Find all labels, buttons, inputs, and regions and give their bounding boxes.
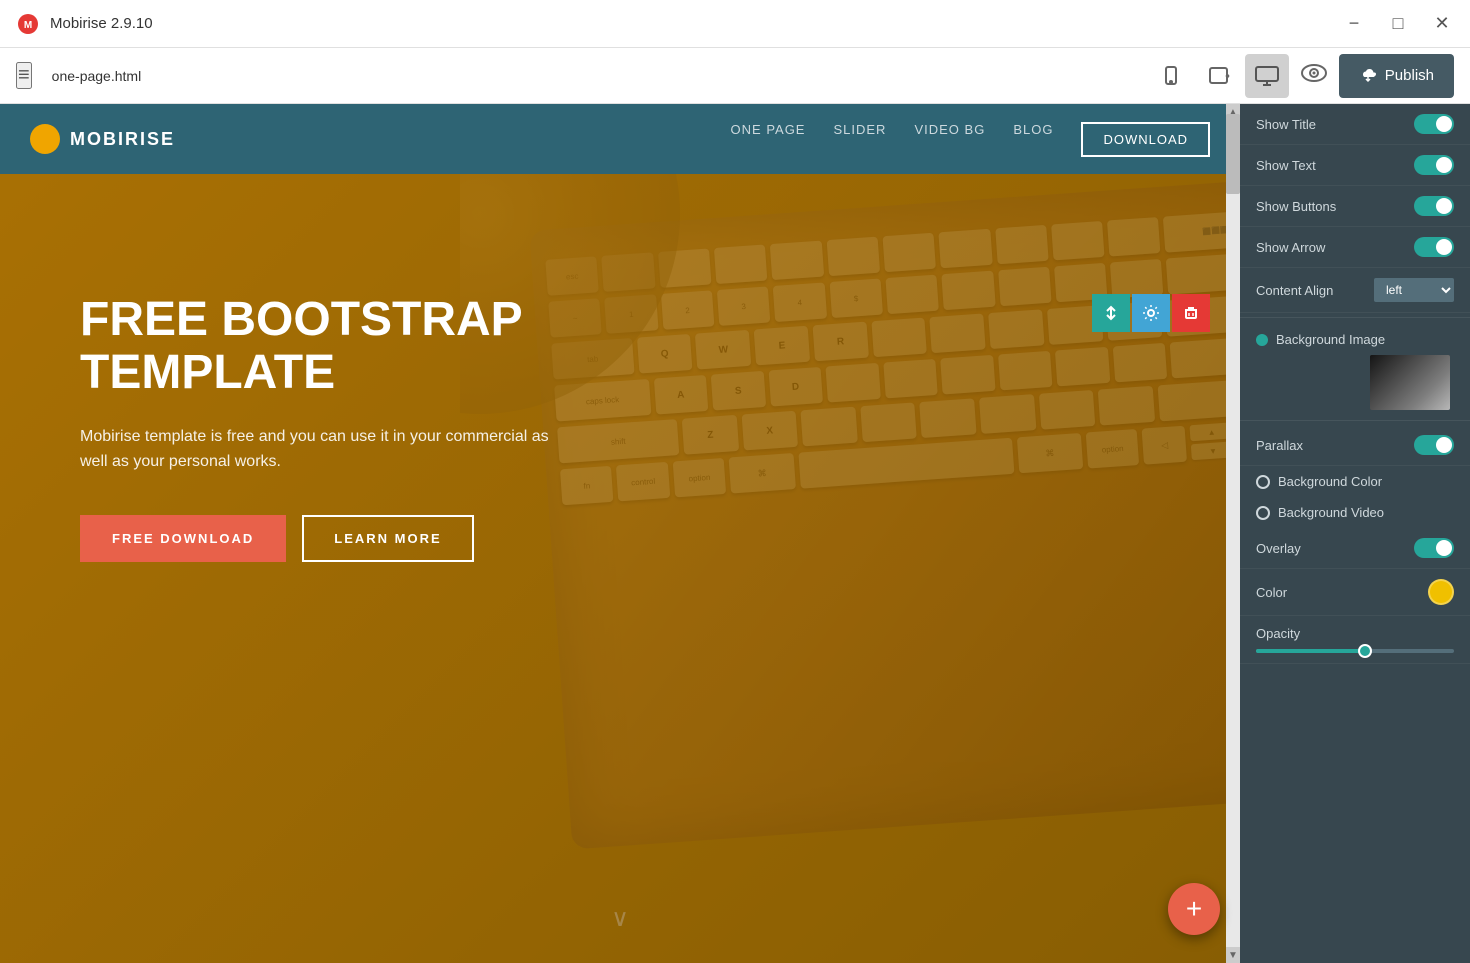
background-color-label: Background Color [1278, 474, 1382, 489]
opacity-slider-fill [1256, 649, 1365, 653]
toggle-thumb [1436, 198, 1452, 214]
background-color-radio[interactable] [1256, 475, 1270, 489]
show-arrow-row: Show Arrow [1240, 227, 1470, 268]
svg-text:M: M [24, 20, 32, 31]
toolbar-right: Publish [1301, 54, 1454, 98]
bg-image-label-row: Background Image [1256, 332, 1454, 347]
background-video-row: Background Video [1240, 497, 1470, 528]
show-arrow-toggle[interactable] [1414, 237, 1454, 257]
hero-buttons: FREE DOWNLOAD LEARN MORE [80, 515, 1160, 562]
desktop-view-button[interactable] [1245, 54, 1289, 98]
maximize-button[interactable]: □ [1386, 12, 1410, 36]
device-switcher [1149, 54, 1289, 98]
logo-text: MOBIRISE [70, 129, 175, 150]
overlay-label: Overlay [1256, 541, 1301, 556]
scrollbar-track: ▲ ▼ [1226, 104, 1240, 963]
hero-section: esc ⬛⬛⬛ [0, 174, 1240, 963]
color-label: Color [1256, 585, 1287, 600]
filename-label: one-page.html [52, 68, 1137, 84]
background-color-row: Background Color [1240, 466, 1470, 497]
show-title-toggle[interactable] [1414, 114, 1454, 134]
minimize-button[interactable]: − [1342, 12, 1366, 36]
nav-links: ONE PAGE SLIDER VIDEO BG BLOG DOWNLOAD [731, 122, 1210, 157]
color-row: Color [1240, 569, 1470, 616]
show-title-label: Show Title [1256, 117, 1316, 132]
opacity-slider-track [1256, 649, 1454, 653]
toggle-thumb [1436, 116, 1452, 132]
panel-divider-2 [1240, 420, 1470, 421]
toolbar: ≡ one-page.html [0, 48, 1470, 104]
preview-area: MOBIRISE ONE PAGE SLIDER VIDEO BG BLOG D… [0, 104, 1240, 963]
nav-link-blog[interactable]: BLOG [1013, 122, 1053, 157]
site-logo: MOBIRISE [30, 124, 175, 154]
mobile-view-button[interactable] [1149, 54, 1193, 98]
main-area: MOBIRISE ONE PAGE SLIDER VIDEO BG BLOG D… [0, 104, 1470, 963]
show-text-toggle[interactable] [1414, 155, 1454, 175]
app-icon: M [16, 12, 40, 36]
show-text-row: Show Text [1240, 145, 1470, 186]
hero-content: FREE BOOTSTRAP TEMPLATE Mobirise templat… [0, 174, 1240, 682]
scroll-thumb[interactable] [1226, 114, 1240, 194]
opacity-label: Opacity [1256, 626, 1300, 641]
publish-cloud-icon [1359, 65, 1377, 87]
nav-link-videobg[interactable]: VIDEO BG [914, 122, 985, 157]
toggle-thumb [1436, 437, 1452, 453]
add-section-button[interactable]: + [1168, 883, 1220, 935]
site-nav: MOBIRISE ONE PAGE SLIDER VIDEO BG BLOG D… [0, 104, 1240, 174]
show-arrow-label: Show Arrow [1256, 240, 1325, 255]
hamburger-menu[interactable]: ≡ [16, 62, 32, 89]
opacity-slider-thumb[interactable] [1358, 644, 1372, 658]
background-video-label: Background Video [1278, 505, 1384, 520]
window-controls: − □ ✕ [1342, 12, 1454, 36]
content-align-row: Content Align left center right [1240, 268, 1470, 313]
parallax-row: Parallax [1240, 425, 1470, 466]
show-title-row: Show Title [1240, 104, 1470, 145]
show-buttons-toggle[interactable] [1414, 196, 1454, 216]
panel-divider [1240, 317, 1470, 318]
parallax-toggle[interactable] [1414, 435, 1454, 455]
close-button[interactable]: ✕ [1430, 12, 1454, 36]
nav-download[interactable]: DOWNLOAD [1081, 122, 1210, 157]
nav-link-slider[interactable]: SLIDER [833, 122, 886, 157]
preview-button[interactable] [1301, 63, 1327, 89]
scroll-down-arrow[interactable]: ▼ [1226, 947, 1240, 963]
app-title: Mobirise 2.9.10 [50, 15, 1332, 32]
free-download-button[interactable]: FREE DOWNLOAD [80, 515, 286, 562]
bg-image-dot [1256, 334, 1268, 346]
logo-dot [30, 124, 60, 154]
show-buttons-row: Show Buttons [1240, 186, 1470, 227]
publish-button[interactable]: Publish [1339, 54, 1454, 98]
hero-title: FREE BOOTSTRAP TEMPLATE [80, 294, 580, 400]
right-panel: Show Title Show Text Show Buttons Show [1240, 104, 1470, 963]
toggle-thumb [1436, 239, 1452, 255]
title-bar: M Mobirise 2.9.10 − □ ✕ [0, 0, 1470, 48]
hero-subtitle: Mobirise template is free and you can us… [80, 424, 560, 475]
background-image-section: Background Image [1240, 322, 1470, 416]
toggle-thumb [1436, 540, 1452, 556]
background-video-radio[interactable] [1256, 506, 1270, 520]
show-text-label: Show Text [1256, 158, 1316, 173]
background-image-thumb[interactable] [1370, 355, 1450, 410]
overlay-row: Overlay [1240, 528, 1470, 569]
tablet-view-button[interactable] [1197, 54, 1241, 98]
publish-label: Publish [1385, 67, 1434, 84]
overlay-toggle[interactable] [1414, 538, 1454, 558]
toggle-thumb [1436, 157, 1452, 173]
background-image-label: Background Image [1276, 332, 1385, 347]
settings-icon-button[interactable] [1132, 294, 1170, 332]
sort-icon-button[interactable] [1092, 294, 1130, 332]
nav-link-onepage[interactable]: ONE PAGE [731, 122, 806, 157]
show-buttons-label: Show Buttons [1256, 199, 1336, 214]
section-action-icons [1092, 294, 1210, 332]
opacity-row: Opacity [1240, 616, 1470, 664]
learn-more-button[interactable]: LEARN MORE [302, 515, 473, 562]
parallax-label: Parallax [1256, 438, 1303, 453]
delete-icon-button[interactable] [1172, 294, 1210, 332]
color-swatch[interactable] [1428, 579, 1454, 605]
content-align-select[interactable]: left center right [1374, 278, 1454, 302]
bg-thumb-inner [1370, 355, 1450, 410]
content-align-label: Content Align [1256, 283, 1333, 298]
